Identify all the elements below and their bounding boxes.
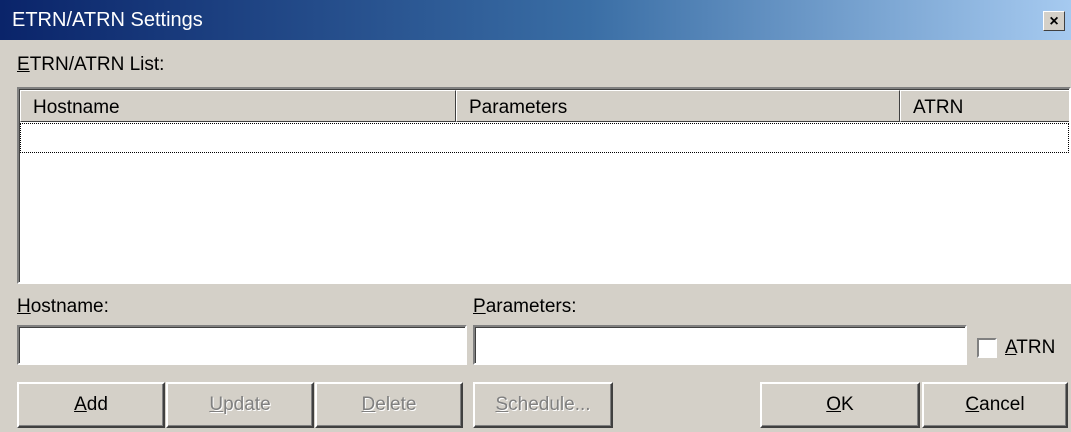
add-button[interactable]: Add: [17, 382, 165, 428]
delete-button[interactable]: Delete: [315, 382, 463, 428]
parameters-input[interactable]: [475, 327, 965, 363]
column-header-hostname[interactable]: Hostname: [20, 90, 456, 122]
hostname-input[interactable]: [19, 327, 465, 363]
cancel-button[interactable]: Cancel: [922, 382, 1068, 428]
column-header-parameters[interactable]: Parameters: [456, 90, 900, 122]
atrn-checkbox[interactable]: [977, 338, 997, 358]
etrn-atrn-list[interactable]: Hostname Parameters ATRN: [17, 87, 1071, 284]
ok-button[interactable]: OK: [760, 382, 920, 428]
parameters-field[interactable]: [473, 325, 967, 365]
parameters-label: Parameters:: [473, 296, 577, 317]
window-title: ETRN/ATRN Settings: [12, 9, 203, 31]
close-button[interactable]: ×: [1043, 11, 1065, 31]
list-label: ETRN/ATRN List:: [17, 54, 165, 75]
list-focus-row[interactable]: [20, 123, 1069, 153]
atrn-checkbox-label[interactable]: ATRN: [1005, 337, 1055, 359]
column-header-atrn[interactable]: ATRN: [900, 90, 1069, 122]
title-bar[interactable]: ETRN/ATRN Settings ×: [0, 0, 1071, 40]
schedule-button[interactable]: Schedule...: [473, 382, 613, 428]
hostname-label: Hostname:: [17, 296, 109, 317]
update-button[interactable]: Update: [166, 382, 314, 428]
hostname-field[interactable]: [17, 325, 467, 365]
close-icon: ×: [1049, 13, 1059, 30]
